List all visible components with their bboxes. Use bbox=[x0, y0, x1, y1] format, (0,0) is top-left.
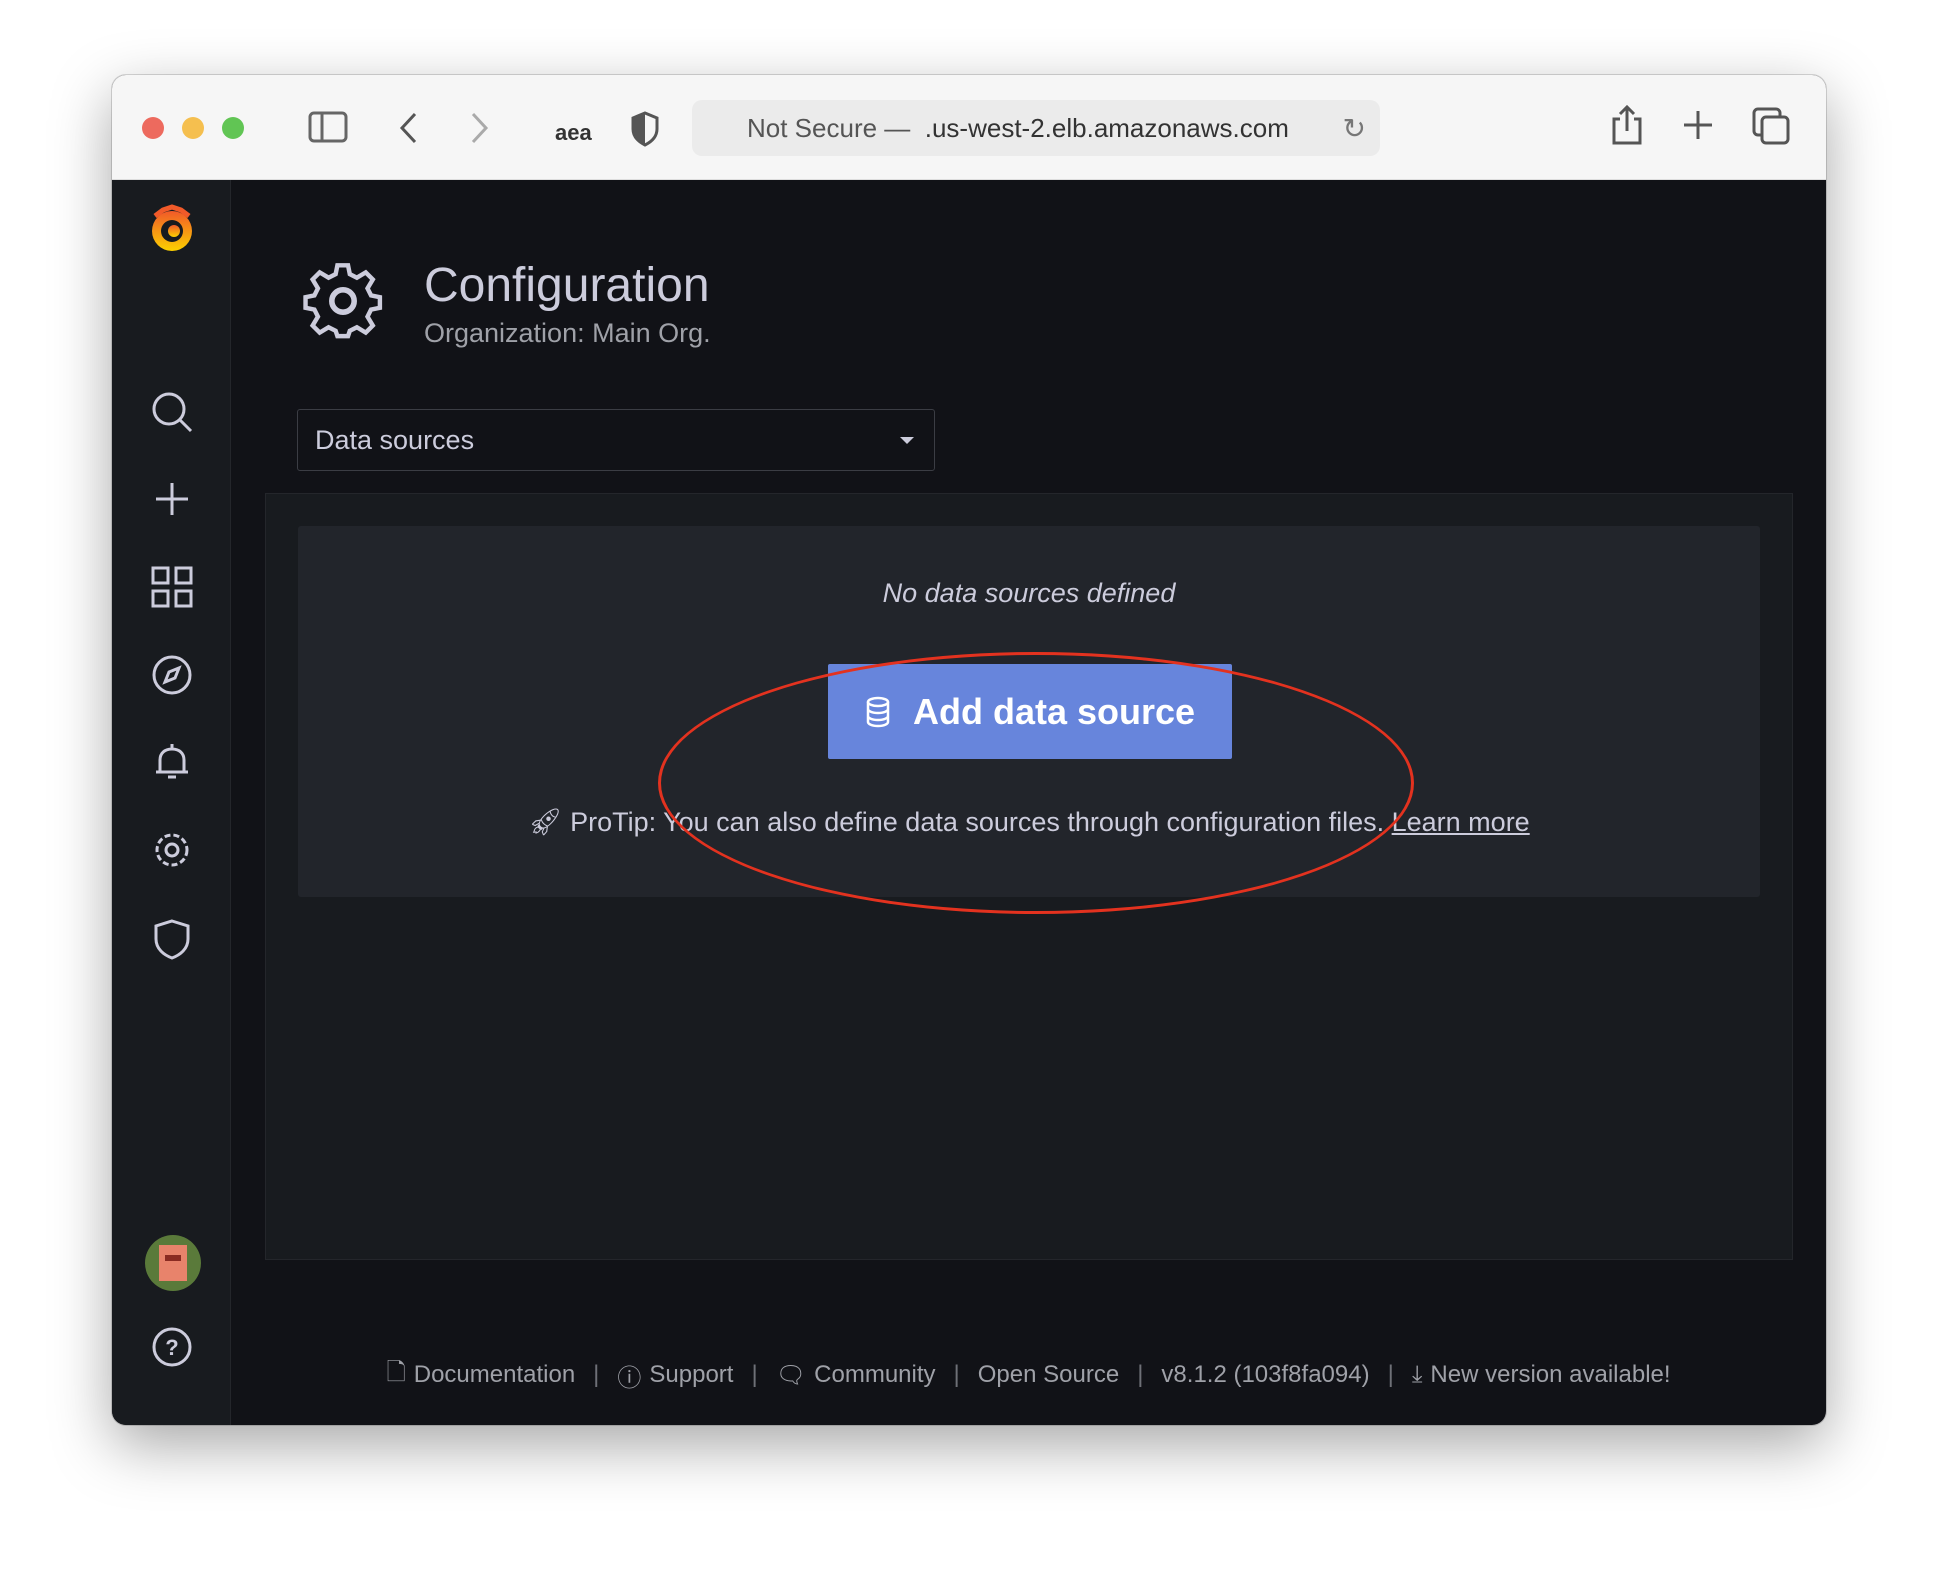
reload-icon[interactable]: ↻ bbox=[1343, 112, 1366, 145]
main-content: Configuration Organization: Main Org. Da… bbox=[231, 180, 1826, 1425]
sidebar: ? bbox=[112, 180, 231, 1425]
explore-compass-icon[interactable] bbox=[150, 653, 194, 697]
footer-support-label: Support bbox=[649, 1361, 734, 1388]
rocket-icon: 🚀︎ bbox=[528, 807, 571, 837]
url-host: .us-west-2.elb.amazonaws.com bbox=[924, 112, 1289, 143]
help-icon[interactable]: ? bbox=[150, 1325, 194, 1369]
database-icon bbox=[866, 696, 890, 727]
document-icon: 🗋 bbox=[386, 1358, 406, 1386]
footer: 🗋 Documentation | ⓘ Support | 🗨 Community | Op… bbox=[231, 1358, 1826, 1392]
grafana-logo-icon[interactable] bbox=[145, 202, 199, 256]
add-data-source-label: Add data source bbox=[912, 690, 1196, 732]
question-circle-icon: ⓘ bbox=[617, 1364, 642, 1392]
sidebar-toggle-icon[interactable] bbox=[308, 111, 348, 143]
footer-version: v8.1.2 (103f8fa094) bbox=[1161, 1361, 1369, 1389]
browser-toolbar: aea Not Secure — .us-west-2.elb.amazonaw… bbox=[112, 75, 1826, 180]
footer-support-link[interactable]: ⓘ Support bbox=[617, 1358, 733, 1393]
empty-state-message: No data sources defined bbox=[882, 578, 1176, 608]
section-select[interactable]: Data sources bbox=[297, 409, 935, 471]
share-icon[interactable] bbox=[1610, 103, 1644, 147]
alerting-bell-icon[interactable] bbox=[150, 740, 194, 784]
protip-text: ProTip: You can also define data sources… bbox=[570, 807, 1385, 837]
footer-version-label: v8.1.2 (103f8fa094) bbox=[1161, 1361, 1370, 1388]
browser-window: aea Not Secure — .us-west-2.elb.amazonaw… bbox=[112, 75, 1826, 1425]
server-admin-shield-icon[interactable] bbox=[150, 917, 194, 961]
user-avatar[interactable] bbox=[145, 1235, 201, 1291]
footer-community-link[interactable]: 🗨 Community bbox=[776, 1361, 936, 1390]
add-data-source-button[interactable]: Add data source bbox=[828, 664, 1232, 759]
footer-community-label: Community bbox=[814, 1361, 936, 1388]
search-icon[interactable] bbox=[150, 390, 194, 434]
footer-new-version-label: New version available! bbox=[1430, 1361, 1671, 1388]
dashboards-icon[interactable] bbox=[150, 565, 194, 609]
download-icon: ⤓ bbox=[1411, 1361, 1423, 1388]
page-title: Configuration bbox=[424, 259, 710, 312]
extension-icon[interactable]: aea bbox=[555, 111, 592, 155]
footer-new-version-link[interactable]: ⤓ New version available! bbox=[1412, 1361, 1671, 1389]
content-panel: No data sources defined Add data source … bbox=[265, 493, 1793, 1260]
page-subtitle: Organization: Main Org. bbox=[424, 318, 711, 348]
back-icon[interactable] bbox=[397, 111, 421, 145]
maximize-window-button[interactable] bbox=[222, 117, 244, 139]
section-select-value: Data sources bbox=[315, 424, 475, 455]
svg-text:?: ? bbox=[165, 1335, 178, 1360]
footer-open-source-link[interactable]: Open Source bbox=[978, 1361, 1119, 1389]
protip: 🚀︎ ProTip: You can also define data sour… bbox=[298, 806, 1760, 838]
learn-more-link[interactable]: Learn more bbox=[1392, 807, 1530, 837]
close-window-button[interactable] bbox=[142, 117, 164, 139]
comments-icon: 🗨 bbox=[775, 1361, 807, 1389]
url-security-label: Not Secure — bbox=[747, 112, 911, 143]
create-plus-icon[interactable] bbox=[150, 477, 194, 521]
new-tab-icon[interactable] bbox=[1682, 109, 1714, 141]
chevron-down-icon bbox=[900, 437, 914, 444]
configuration-gear-icon[interactable] bbox=[150, 828, 194, 872]
tab-overview-icon[interactable] bbox=[1752, 107, 1790, 145]
footer-open-source-label: Open Source bbox=[977, 1361, 1120, 1388]
forward-icon[interactable] bbox=[467, 111, 491, 145]
address-bar[interactable]: Not Secure — .us-west-2.elb.amazonaws.co… bbox=[692, 100, 1380, 156]
footer-documentation-label: Documentation bbox=[413, 1361, 576, 1388]
privacy-shield-icon[interactable] bbox=[630, 111, 660, 147]
footer-documentation-link[interactable]: 🗋 Documentation bbox=[386, 1355, 575, 1396]
minimize-window-button[interactable] bbox=[182, 117, 204, 139]
page-header-gear-icon bbox=[303, 263, 383, 339]
empty-state-card: No data sources defined Add data source … bbox=[298, 526, 1760, 897]
